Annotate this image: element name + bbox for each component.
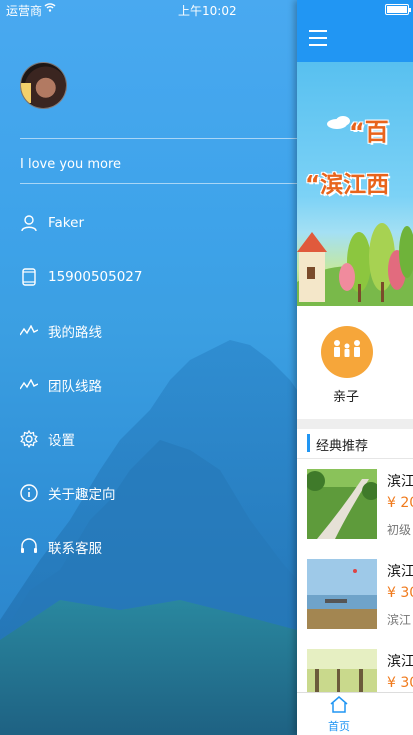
product-name: 滨江 <box>387 474 413 490</box>
category-label: 亲子 <box>333 390 360 405</box>
section-title: 经典推荐 <box>316 439 369 454</box>
drawer-item-label: 设置 <box>48 433 75 449</box>
tab-home-label: 首页 <box>328 720 350 733</box>
avatar[interactable] <box>20 62 67 109</box>
status-bar: 运营商 上午10:02 <box>0 0 413 20</box>
product-price: ¥ 30 <box>387 675 413 691</box>
user-motto: I love you more <box>20 157 122 172</box>
drawer-item-username[interactable]: Faker <box>0 203 297 243</box>
drawer-item-my-routes[interactable]: 我的路线 <box>0 311 297 351</box>
product-card[interactable]: 滨江 ¥ 30 滨江 <box>307 559 413 629</box>
battery-icon <box>385 4 411 15</box>
wifi-icon <box>44 2 56 15</box>
team-route-icon <box>20 376 38 394</box>
product-subtitle: 滨江 <box>387 613 412 627</box>
drawer-item-team-routes[interactable]: 团队线路 <box>0 365 297 405</box>
banner-title-line2: “滨江西 <box>305 172 390 198</box>
drawer-item-label: 15900505027 <box>48 269 143 285</box>
headset-icon <box>20 538 38 556</box>
product-name: 滨江 <box>387 654 413 670</box>
section-gap <box>297 419 413 429</box>
carrier-label: 运营商 <box>6 4 43 18</box>
drawer-item-customer-service[interactable]: 联系客服 <box>0 527 297 567</box>
family-icon <box>330 338 364 366</box>
drawer-item-settings[interactable]: 设置 <box>0 419 297 459</box>
category-family-button[interactable] <box>321 326 373 378</box>
drawer-item-label: 关于趣定向 <box>48 487 116 503</box>
info-icon <box>20 484 38 502</box>
home-icon <box>329 695 349 717</box>
drawer-item-label: 联系客服 <box>48 541 102 557</box>
product-card[interactable]: 滨江 ¥ 20 初级 <box>307 469 413 539</box>
product-name: 滨江 <box>387 564 413 580</box>
tab-bar: 首页 <box>297 692 413 735</box>
tab-home[interactable]: 首页 <box>319 695 359 733</box>
divider <box>297 458 413 459</box>
product-thumbnail <box>307 559 377 629</box>
drawer-item-label: 我的路线 <box>48 325 102 341</box>
divider <box>20 138 297 139</box>
product-subtitle: 初级 <box>387 523 412 537</box>
product-thumbnail <box>307 469 377 539</box>
section-accent-bar <box>307 434 310 452</box>
drawer-item-label: Faker <box>48 215 84 231</box>
gear-icon <box>20 430 38 448</box>
drawer-item-label: 团队线路 <box>48 379 102 395</box>
divider <box>20 183 297 184</box>
banner-title-line1: “百 <box>349 118 389 146</box>
product-price: ¥ 30 <box>387 585 413 601</box>
clock: 上午10:02 <box>178 4 237 18</box>
phone-icon <box>20 268 38 286</box>
tab-next[interactable] <box>405 707 413 727</box>
product-price: ¥ 20 <box>387 495 413 511</box>
side-drawer: I love you more Faker 15900505027 我的路线 团… <box>0 0 297 735</box>
main-panel[interactable]: “百 “滨江西 亲子 经典推荐 滨江 ¥ 20 初级 <box>297 0 413 735</box>
menu-icon[interactable] <box>309 30 327 46</box>
user-icon <box>20 214 38 232</box>
drawer-item-about[interactable]: 关于趣定向 <box>0 473 297 513</box>
drawer-item-phone[interactable]: 15900505027 <box>0 257 297 297</box>
promo-banner[interactable]: “百 “滨江西 <box>297 62 413 306</box>
route-icon <box>20 322 38 340</box>
